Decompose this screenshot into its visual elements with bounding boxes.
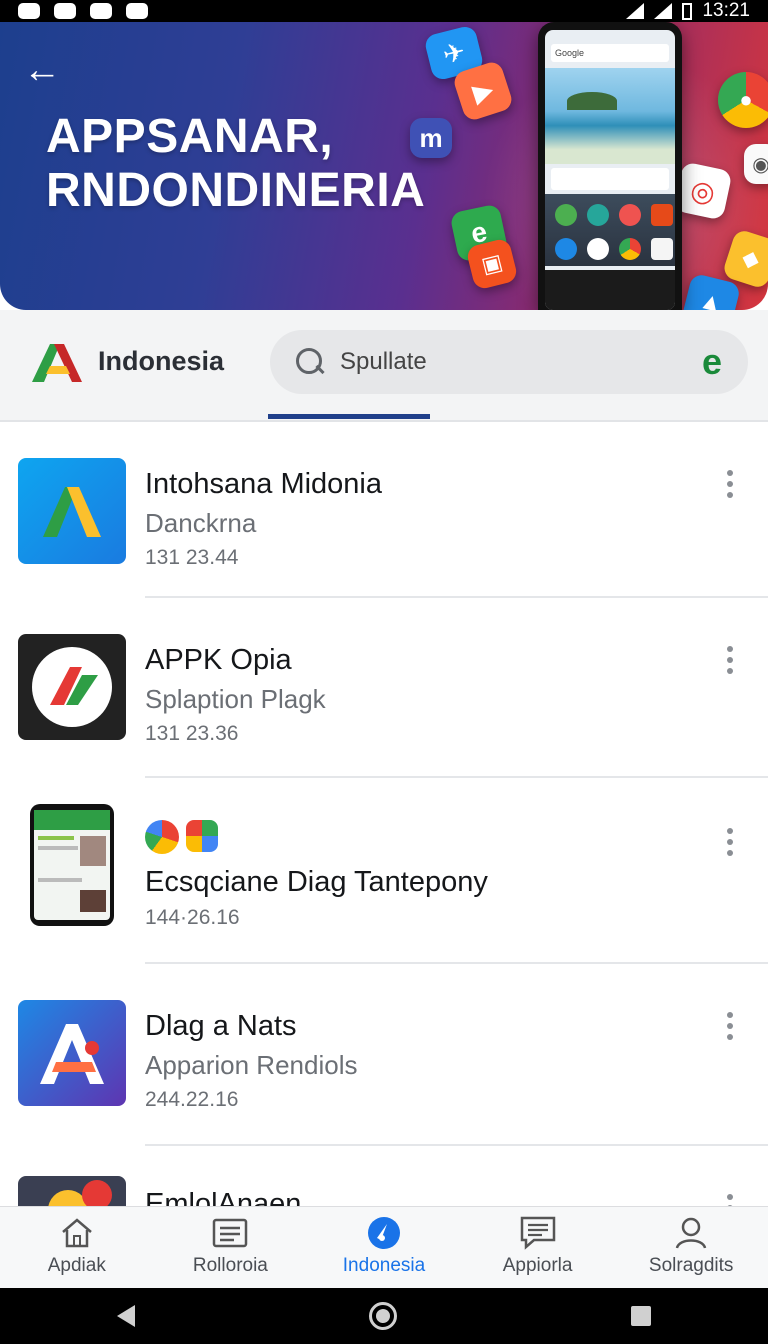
nav-label: Rolloroia xyxy=(192,1255,268,1276)
m-app-icon: m xyxy=(410,118,452,158)
list-item[interactable]: EmlolAnaen xyxy=(0,1148,768,1206)
phone-app-grid xyxy=(545,194,675,266)
search-input[interactable]: Spullate e xyxy=(270,330,748,394)
app-subtitle: Splaption Plagk xyxy=(145,684,326,714)
phone-search-bar: Google xyxy=(551,44,669,62)
nav-item-rolloroia[interactable]: Rolloroia xyxy=(154,1207,308,1288)
app-name: EmlolAnaen xyxy=(145,1188,302,1206)
hero-banner: ← APPSANAR, RNDONDINERIA ✈ ▶ m e ▣ ● ◉ ◎… xyxy=(0,22,768,310)
system-navigation-bar xyxy=(0,1288,768,1344)
list-item[interactable]: Ecsqciane Diag Tantepony 144·26.16 xyxy=(0,780,768,966)
nav-label: Indonesia xyxy=(342,1255,426,1276)
search-icon xyxy=(294,346,326,378)
nav-item-solragdits[interactable]: Solragdits xyxy=(614,1207,768,1288)
wifi-icon xyxy=(626,3,645,19)
list-item[interactable]: Dlag a Nats Apparion Rendiols 244.22.16 xyxy=(0,966,768,1148)
colorful-blob-icon xyxy=(18,1176,126,1206)
app-meta: 144·26.16 xyxy=(145,906,240,929)
app-subtitle: Apparion Rendiols xyxy=(145,1050,358,1080)
play-store-icon xyxy=(587,238,609,260)
app-list: Intohsana Midonia Danckrna 131 23.44 APP… xyxy=(0,424,768,1206)
island-shape xyxy=(567,92,617,110)
person-icon xyxy=(671,1215,711,1251)
app-subtitle: Danckrna xyxy=(145,508,257,538)
screen: 13:21 ← APPSANAR, RNDONDINERIA ✈ ▶ m e ▣… xyxy=(0,0,768,1344)
country-logo-icon xyxy=(32,344,82,382)
maps-a-icon xyxy=(18,458,126,564)
notification-icon xyxy=(126,3,148,19)
phone-nav-bar xyxy=(545,270,675,310)
system-back-icon[interactable] xyxy=(117,1305,135,1327)
app-meta: 244.22.16 xyxy=(145,1088,239,1111)
app-name: APPK Opia xyxy=(145,644,292,676)
nav-label: Apdiak xyxy=(47,1255,106,1276)
app-name: Intohsana Midonia xyxy=(145,468,382,500)
more-options-icon[interactable] xyxy=(712,462,748,506)
list-item[interactable]: Intohsana Midonia Danckrna 131 23.44 xyxy=(0,424,768,600)
divider xyxy=(145,962,768,964)
flame-app-icon xyxy=(145,820,179,854)
app-meta: 131 23.36 xyxy=(145,722,239,745)
notification-icon xyxy=(18,3,40,19)
divider xyxy=(145,596,768,598)
divider xyxy=(145,776,768,778)
phone-mockup: Google xyxy=(538,22,682,310)
app-dot-icon xyxy=(651,204,673,226)
letter-a-icon xyxy=(18,1000,126,1106)
list-item[interactable]: APPK Opia Splaption Plagk 131 23.36 xyxy=(0,600,768,780)
tab-indicator xyxy=(268,414,430,419)
phone-dial-icon xyxy=(555,238,577,260)
notification-icon xyxy=(54,3,76,19)
nav-item-apdiak[interactable]: Apdiak xyxy=(0,1207,154,1288)
chrome-icon: ● xyxy=(718,72,768,128)
status-bar: 13:21 xyxy=(0,0,768,22)
nav-label: Solragdits xyxy=(648,1255,734,1276)
notification-icons xyxy=(18,3,148,19)
divider xyxy=(145,1144,768,1146)
maps-pin-icon xyxy=(186,820,218,852)
app-dot-icon xyxy=(555,204,577,226)
hero-title-line2: RNDONDINERIA xyxy=(46,164,426,217)
more-options-icon[interactable] xyxy=(712,1186,748,1206)
camera-app-icon: ◉ xyxy=(744,144,768,184)
compass-icon xyxy=(364,1215,404,1251)
app-meta: 131 23.44 xyxy=(145,546,239,569)
more-options-icon[interactable] xyxy=(712,638,748,682)
back-arrow-icon[interactable]: ← xyxy=(20,50,64,94)
hero-title: APPSANAR, RNDONDINERIA xyxy=(46,110,466,218)
notification-icon xyxy=(90,3,112,19)
app-dot-icon xyxy=(587,204,609,226)
hero-title-line1: APPSANAR, xyxy=(46,110,334,163)
battery-icon xyxy=(682,2,693,20)
record-app-icon: ◎ xyxy=(673,161,733,221)
app-dot-icon xyxy=(619,204,641,226)
signal-icon xyxy=(654,3,673,19)
beach-photo xyxy=(545,68,675,164)
nav-label: Appiorla xyxy=(502,1255,573,1276)
nav-item-indonesia[interactable]: Indonesia xyxy=(307,1207,461,1288)
bottom-navigation: Apdiak Rolloroia Indonesia Appiorla Solr… xyxy=(0,1206,768,1288)
voice-search-icon[interactable]: e xyxy=(690,340,734,384)
list-card-icon xyxy=(210,1215,250,1251)
search-value: Spullate xyxy=(340,348,427,375)
system-recents-icon[interactable] xyxy=(631,1306,651,1326)
red-green-check-icon xyxy=(18,634,126,740)
nav-item-appiorla[interactable]: Appiorla xyxy=(461,1207,615,1288)
home-icon xyxy=(57,1215,97,1251)
more-options-icon[interactable] xyxy=(712,1004,748,1048)
phone-screenshot-icon xyxy=(30,804,114,926)
app-name: Ecsqciane Diag Tantepony xyxy=(145,866,488,898)
app-name: Dlag a Nats xyxy=(145,1010,297,1042)
phone-card xyxy=(551,168,669,190)
system-home-icon[interactable] xyxy=(369,1302,397,1330)
country-label[interactable]: Indonesia xyxy=(98,346,224,377)
clock: 13:21 xyxy=(702,0,750,21)
phone-screen: Google xyxy=(545,30,675,310)
camera-small-icon xyxy=(651,238,673,260)
chat-list-icon xyxy=(518,1215,558,1251)
chrome-small-icon xyxy=(619,238,641,260)
system-status: 13:21 xyxy=(626,0,750,22)
more-options-icon[interactable] xyxy=(712,820,748,864)
filter-row: Indonesia Spullate e xyxy=(0,310,768,422)
